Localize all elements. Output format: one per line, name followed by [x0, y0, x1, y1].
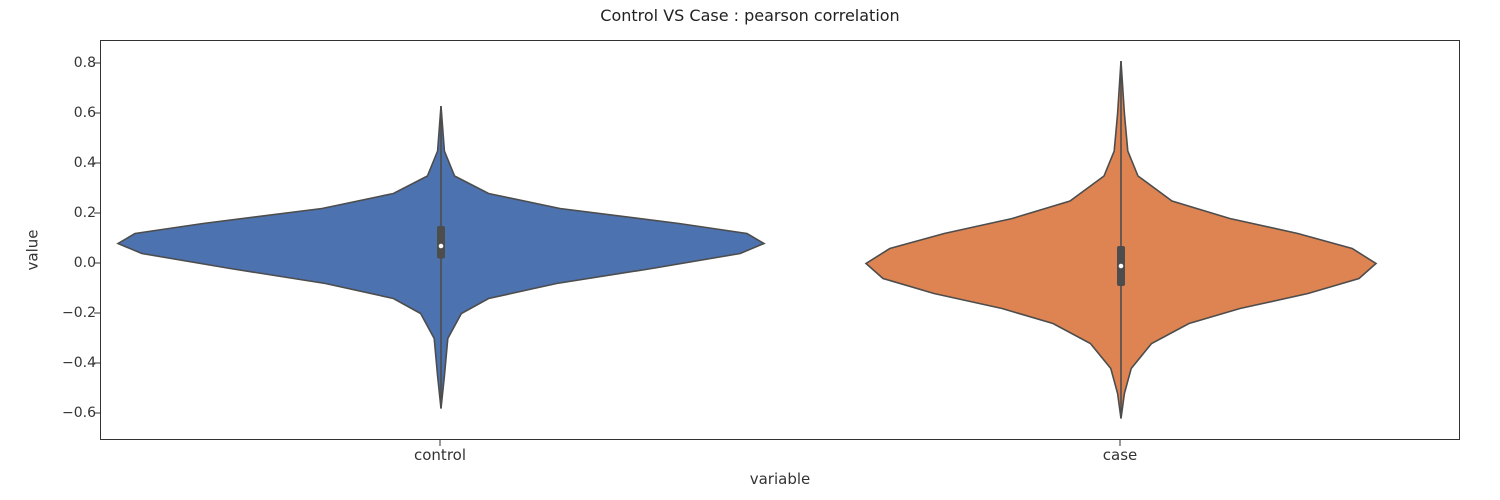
x-tick-label: case [1103, 446, 1137, 464]
plot-area [100, 40, 1460, 440]
y-tick-label: −0.6 [36, 405, 96, 421]
y-tick-label: −0.2 [36, 305, 96, 321]
y-tick-mark [94, 362, 100, 363]
y-tick-label: −0.4 [36, 355, 96, 371]
x-axis-label: variable [100, 470, 1460, 488]
y-tick-mark [94, 62, 100, 63]
y-axis-label: value [22, 0, 42, 500]
y-tick-mark [94, 162, 100, 163]
median-dot-control [439, 244, 444, 249]
y-tick-mark [94, 312, 100, 313]
chart-title: Control VS Case : pearson correlation [0, 6, 1500, 25]
iqr-box-control [437, 226, 445, 259]
y-tick-mark [94, 112, 100, 113]
y-tick-label: 0.6 [36, 105, 96, 121]
figure: Control VS Case : pearson correlation va… [0, 0, 1500, 500]
y-tick-label: 0.8 [36, 55, 96, 71]
x-tick-mark [440, 440, 441, 446]
y-tick-label: 0.2 [36, 205, 96, 221]
x-tick-label: control [414, 446, 466, 464]
y-tick-mark [94, 262, 100, 263]
y-tick-label: 0.4 [36, 155, 96, 171]
median-dot-case [1119, 264, 1124, 269]
y-tick-label: 0.0 [36, 255, 96, 271]
y-tick-mark [94, 412, 100, 413]
x-tick-mark [1120, 440, 1121, 446]
violins-svg [101, 41, 1461, 441]
y-tick-mark [94, 212, 100, 213]
